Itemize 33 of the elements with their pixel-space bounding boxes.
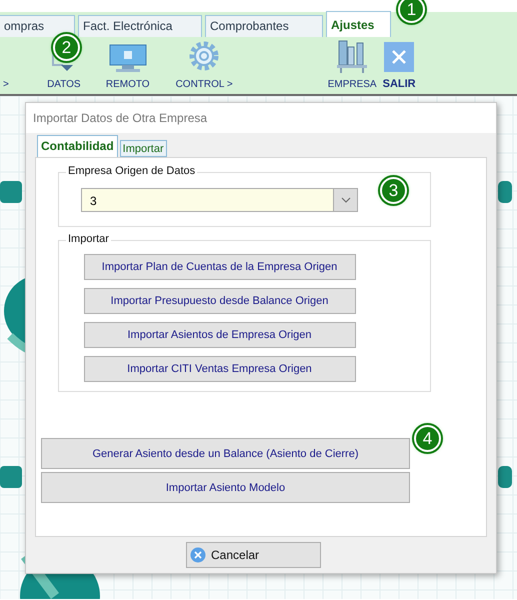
toolbar-label[interactable]: CONTROL > [176, 79, 233, 90]
gear-icon [187, 39, 222, 73]
toolbar-label[interactable]: > [3, 79, 9, 90]
number-badge: 2 [53, 34, 80, 61]
import-button[interactable]: Importar Presupuesto desde Balance Origen [84, 288, 356, 314]
cancel-button[interactable]: Cancelar [186, 542, 321, 568]
toolbar-label[interactable]: REMOTO [106, 79, 150, 90]
toolbar-label[interactable]: DATOS [47, 79, 81, 90]
tab[interactable]: Ajustes [326, 11, 391, 37]
combo-box[interactable]: 3 [81, 188, 358, 212]
toolbar-label[interactable]: SALIR [382, 78, 416, 90]
toolbar-label[interactable]: EMPRESA [328, 79, 377, 90]
chevron-down-icon [340, 197, 350, 203]
tab[interactable]: Importar [120, 140, 167, 157]
bookshelf-icon [336, 39, 368, 73]
window-title: Importar Datos de Otra Empresa [26, 103, 496, 133]
import-button[interactable]: Importar CITI Ventas Empresa Origen [84, 356, 356, 382]
monitor-icon [108, 43, 148, 73]
number-badge: 1 [398, 0, 425, 23]
action-button[interactable]: Importar Asiento Modelo [41, 472, 410, 503]
close-icon [190, 547, 206, 563]
import-button[interactable]: Importar Plan de Cuentas de la Empresa Origen [84, 254, 356, 280]
tab[interactable]: ompras [0, 15, 75, 37]
close-icon [384, 42, 414, 72]
tab[interactable]: Comprobantes [205, 15, 323, 37]
group-label: Empresa Origen de Datos [66, 165, 198, 177]
group-label: Importar [66, 233, 111, 245]
action-button[interactable]: Generar Asiento desde un Balance (Asiento de Cierre) [41, 438, 410, 469]
number-badge: 3 [380, 177, 407, 204]
number-badge: 4 [414, 425, 441, 452]
tab[interactable]: Contabilidad [37, 135, 118, 157]
import-button[interactable]: Importar Asientos de Empresa Origen [84, 322, 356, 348]
tab[interactable]: Fact. Electrónica [78, 15, 202, 37]
